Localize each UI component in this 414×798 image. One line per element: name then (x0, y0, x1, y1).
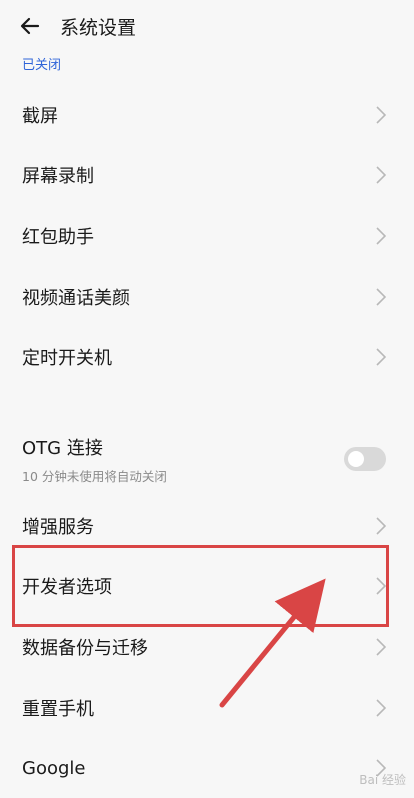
watermark: Bai 经验 (359, 773, 406, 787)
annotation-arrow (219, 578, 326, 708)
